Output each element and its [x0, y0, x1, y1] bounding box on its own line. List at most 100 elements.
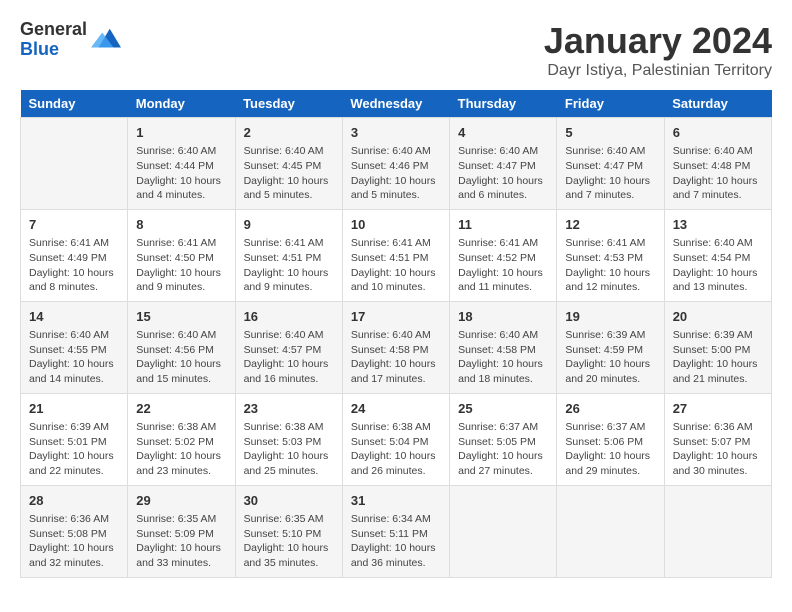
- day-number: 31: [351, 492, 441, 510]
- title-block: January 2024 Dayr Istiya, Palestinian Te…: [544, 20, 772, 80]
- calendar-cell: 30 Sunrise: 6:35 AM Sunset: 5:10 PM Dayli…: [235, 485, 342, 577]
- day-info: Sunrise: 6:40 AM Sunset: 4:57 PM Dayligh…: [244, 328, 334, 387]
- calendar-cell: 2Sunrise: 6:40 AM Sunset: 4:45 PM Daylig…: [235, 118, 342, 210]
- day-info: Sunrise: 6:35 AM Sunset: 5:09 PM Dayligh…: [136, 512, 226, 571]
- day-number: 12: [565, 216, 655, 234]
- logo-blue: Blue: [20, 40, 87, 60]
- day-info: Sunrise: 6:41 AM Sunset: 4:49 PM Dayligh…: [29, 236, 119, 295]
- day-info: Sunrise: 6:40 AM Sunset: 4:46 PM Dayligh…: [351, 144, 441, 203]
- calendar-week-row: 14 Sunrise: 6:40 AM Sunset: 4:55 PM Dayli…: [21, 301, 772, 393]
- day-number: 29: [136, 492, 226, 510]
- day-info: Sunrise: 6:37 AM Sunset: 5:05 PM Dayligh…: [458, 420, 548, 479]
- calendar-cell: 17 Sunrise: 6:40 AM Sunset: 4:58 PM Dayli…: [342, 301, 449, 393]
- day-number: 26: [565, 400, 655, 418]
- day-info: Sunrise: 6:40 AM Sunset: 4:56 PM Dayligh…: [136, 328, 226, 387]
- day-number: 3: [351, 124, 441, 142]
- day-info: Sunrise: 6:41 AM Sunset: 4:51 PM Dayligh…: [351, 236, 441, 295]
- calendar-cell: 20 Sunrise: 6:39 AM Sunset: 5:00 PM Dayli…: [664, 301, 771, 393]
- day-number: 14: [29, 308, 119, 326]
- day-info: Sunrise: 6:41 AM Sunset: 4:52 PM Dayligh…: [458, 236, 548, 295]
- calendar-cell: 23Sunrise: 6:38 AM Sunset: 5:03 PM Dayli…: [235, 393, 342, 485]
- day-info: Sunrise: 6:39 AM Sunset: 5:00 PM Dayligh…: [673, 328, 763, 387]
- day-info: Sunrise: 6:40 AM Sunset: 4:47 PM Dayligh…: [458, 144, 548, 203]
- day-number: 7: [29, 216, 119, 234]
- day-number: 18: [458, 308, 548, 326]
- day-info: Sunrise: 6:40 AM Sunset: 4:58 PM Dayligh…: [351, 328, 441, 387]
- header-cell-saturday: Saturday: [664, 90, 771, 118]
- day-number: 6: [673, 124, 763, 142]
- calendar-cell: 26 Sunrise: 6:37 AM Sunset: 5:06 PM Dayli…: [557, 393, 664, 485]
- day-number: 1: [136, 124, 226, 142]
- calendar-week-row: 28 Sunrise: 6:36 AM Sunset: 5:08 PM Dayli…: [21, 485, 772, 577]
- day-info: Sunrise: 6:35 AM Sunset: 5:10 PM Dayligh…: [244, 512, 334, 571]
- calendar-cell: 4 Sunrise: 6:40 AM Sunset: 4:47 PM Daylig…: [450, 118, 557, 210]
- calendar-cell: 12Sunrise: 6:41 AM Sunset: 4:53 PM Dayli…: [557, 209, 664, 301]
- day-info: Sunrise: 6:41 AM Sunset: 4:50 PM Dayligh…: [136, 236, 226, 295]
- day-number: 20: [673, 308, 763, 326]
- day-number: 23: [244, 400, 334, 418]
- day-info: Sunrise: 6:40 AM Sunset: 4:44 PM Dayligh…: [136, 144, 226, 203]
- subtitle: Dayr Istiya, Palestinian Territory: [544, 62, 772, 80]
- day-number: 24: [351, 400, 441, 418]
- calendar-cell: 29 Sunrise: 6:35 AM Sunset: 5:09 PM Dayli…: [128, 485, 235, 577]
- day-info: Sunrise: 6:36 AM Sunset: 5:07 PM Dayligh…: [673, 420, 763, 479]
- logo-icon: [91, 25, 121, 55]
- day-number: 8: [136, 216, 226, 234]
- day-number: 15: [136, 308, 226, 326]
- day-info: Sunrise: 6:40 AM Sunset: 4:58 PM Dayligh…: [458, 328, 548, 387]
- calendar-cell: 8 Sunrise: 6:41 AM Sunset: 4:50 PM Daylig…: [128, 209, 235, 301]
- logo: General Blue: [20, 20, 121, 60]
- header-cell-monday: Monday: [128, 90, 235, 118]
- calendar-cell: [21, 118, 128, 210]
- calendar-header: SundayMondayTuesdayWednesdayThursdayFrid…: [21, 90, 772, 118]
- calendar-body: 1 Sunrise: 6:40 AM Sunset: 4:44 PM Daylig…: [21, 118, 772, 578]
- day-number: 22: [136, 400, 226, 418]
- calendar-cell: [664, 485, 771, 577]
- day-info: Sunrise: 6:39 AM Sunset: 4:59 PM Dayligh…: [565, 328, 655, 387]
- logo-general: General: [20, 20, 87, 40]
- calendar-cell: 24Sunrise: 6:38 AM Sunset: 5:04 PM Dayli…: [342, 393, 449, 485]
- day-number: 19: [565, 308, 655, 326]
- calendar-cell: 9 Sunrise: 6:41 AM Sunset: 4:51 PM Daylig…: [235, 209, 342, 301]
- calendar-cell: 13Sunrise: 6:40 AM Sunset: 4:54 PM Dayli…: [664, 209, 771, 301]
- calendar-cell: 11Sunrise: 6:41 AM Sunset: 4:52 PM Dayli…: [450, 209, 557, 301]
- calendar-cell: 6 Sunrise: 6:40 AM Sunset: 4:48 PM Daylig…: [664, 118, 771, 210]
- day-number: 4: [458, 124, 548, 142]
- day-info: Sunrise: 6:36 AM Sunset: 5:08 PM Dayligh…: [29, 512, 119, 571]
- header-row: SundayMondayTuesdayWednesdayThursdayFrid…: [21, 90, 772, 118]
- day-number: 17: [351, 308, 441, 326]
- header-cell-wednesday: Wednesday: [342, 90, 449, 118]
- day-info: Sunrise: 6:34 AM Sunset: 5:11 PM Dayligh…: [351, 512, 441, 571]
- calendar-cell: 19 Sunrise: 6:39 AM Sunset: 4:59 PM Dayli…: [557, 301, 664, 393]
- main-title: January 2024: [544, 20, 772, 62]
- day-number: 28: [29, 492, 119, 510]
- day-number: 9: [244, 216, 334, 234]
- calendar-week-row: 21Sunrise: 6:39 AM Sunset: 5:01 PM Dayli…: [21, 393, 772, 485]
- day-number: 30: [244, 492, 334, 510]
- day-info: Sunrise: 6:40 AM Sunset: 4:47 PM Dayligh…: [565, 144, 655, 203]
- day-number: 27: [673, 400, 763, 418]
- calendar-cell: 18 Sunrise: 6:40 AM Sunset: 4:58 PM Dayli…: [450, 301, 557, 393]
- calendar-week-row: 1 Sunrise: 6:40 AM Sunset: 4:44 PM Daylig…: [21, 118, 772, 210]
- calendar-cell: 31 Sunrise: 6:34 AM Sunset: 5:11 PM Dayli…: [342, 485, 449, 577]
- calendar-cell: 21Sunrise: 6:39 AM Sunset: 5:01 PM Dayli…: [21, 393, 128, 485]
- day-info: Sunrise: 6:40 AM Sunset: 4:54 PM Dayligh…: [673, 236, 763, 295]
- day-number: 25: [458, 400, 548, 418]
- day-info: Sunrise: 6:40 AM Sunset: 4:48 PM Dayligh…: [673, 144, 763, 203]
- day-info: Sunrise: 6:41 AM Sunset: 4:51 PM Dayligh…: [244, 236, 334, 295]
- calendar-cell: 5Sunrise: 6:40 AM Sunset: 4:47 PM Daylig…: [557, 118, 664, 210]
- header-cell-thursday: Thursday: [450, 90, 557, 118]
- calendar-cell: 27 Sunrise: 6:36 AM Sunset: 5:07 PM Dayli…: [664, 393, 771, 485]
- day-info: Sunrise: 6:39 AM Sunset: 5:01 PM Dayligh…: [29, 420, 119, 479]
- day-info: Sunrise: 6:40 AM Sunset: 4:45 PM Dayligh…: [244, 144, 334, 203]
- day-info: Sunrise: 6:38 AM Sunset: 5:02 PM Dayligh…: [136, 420, 226, 479]
- day-info: Sunrise: 6:40 AM Sunset: 4:55 PM Dayligh…: [29, 328, 119, 387]
- header-cell-friday: Friday: [557, 90, 664, 118]
- calendar-cell: 3 Sunrise: 6:40 AM Sunset: 4:46 PM Daylig…: [342, 118, 449, 210]
- header-cell-tuesday: Tuesday: [235, 90, 342, 118]
- logo-text: General Blue: [20, 20, 87, 60]
- day-info: Sunrise: 6:37 AM Sunset: 5:06 PM Dayligh…: [565, 420, 655, 479]
- calendar-cell: 25 Sunrise: 6:37 AM Sunset: 5:05 PM Dayli…: [450, 393, 557, 485]
- calendar-cell: 22 Sunrise: 6:38 AM Sunset: 5:02 PM Dayli…: [128, 393, 235, 485]
- day-number: 16: [244, 308, 334, 326]
